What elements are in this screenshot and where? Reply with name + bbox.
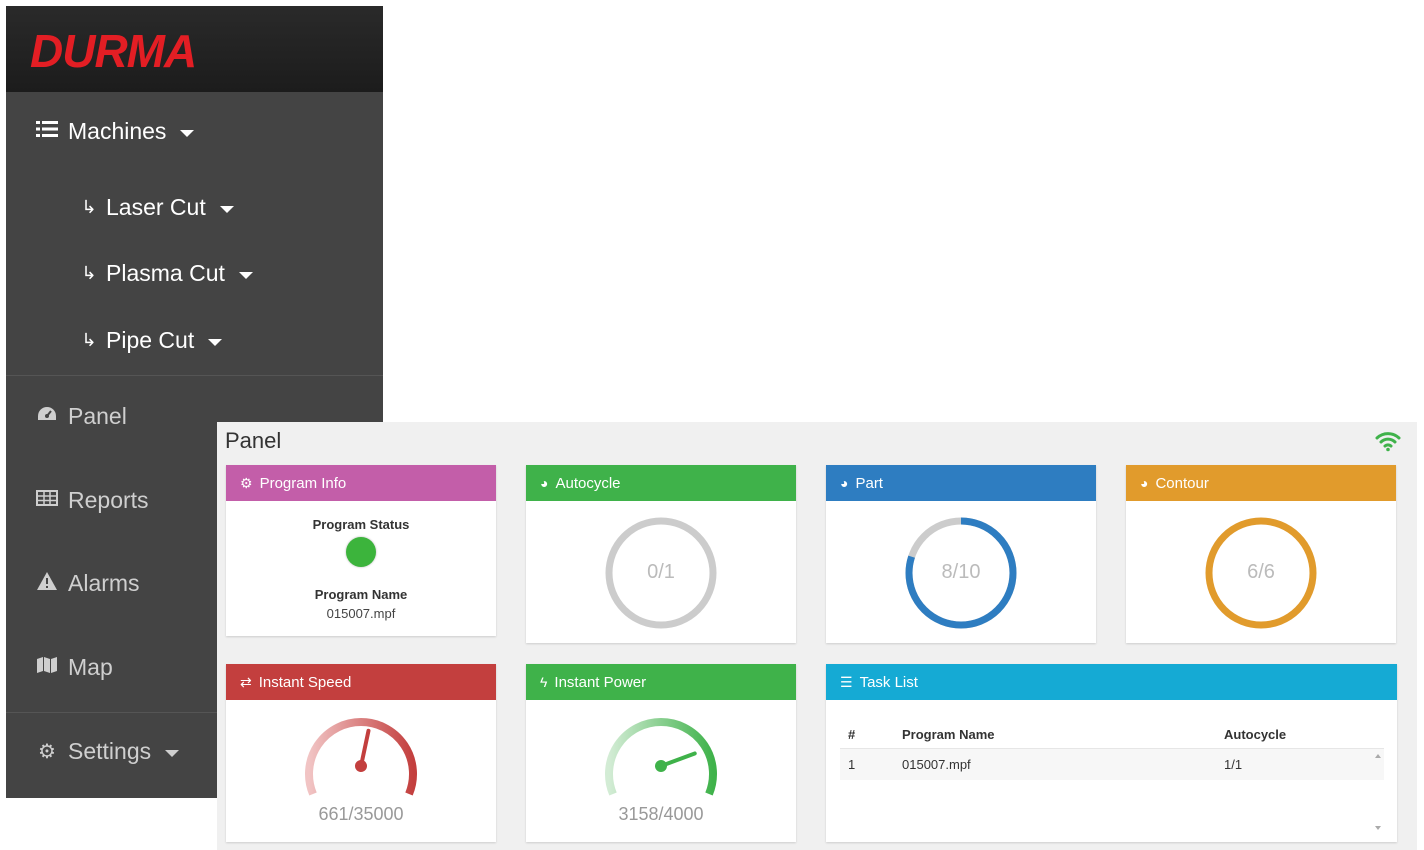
part-card: ◕ Part 8/10: [826, 465, 1096, 643]
sidebar-item-plasma-cut-label: Plasma Cut: [106, 260, 225, 286]
program-info-header: ⚙ Program Info: [226, 465, 496, 501]
chevron-down-icon: [208, 338, 223, 346]
arrow-return-icon: ↳: [81, 263, 97, 283]
brand-header: DURMA: [6, 6, 383, 92]
task-table: # Program Name Autocycle 1 015007.mpf 1/…: [840, 720, 1384, 780]
autocycle-title: Autocycle: [555, 474, 621, 492]
contour-header: ◕ Contour: [1126, 465, 1396, 501]
program-name-label: Program Name: [314, 587, 408, 602]
column-header-program-name[interactable]: Program Name: [898, 727, 1218, 742]
task-list-card: ☰ Task List # Program Name Autocycle 1 0…: [826, 664, 1397, 842]
task-program-name: 015007.mpf: [902, 757, 971, 772]
task-list-header: ☰ Task List: [826, 664, 1397, 700]
exchange-icon: ⇄: [240, 673, 252, 690]
warning-icon: [34, 571, 60, 597]
chevron-down-icon: [219, 205, 234, 213]
instant-speed-title: Instant Speed: [258, 673, 352, 691]
task-number: 1: [848, 757, 856, 772]
column-header-number[interactable]: #: [840, 727, 898, 742]
bolt-icon: ϟ: [540, 674, 548, 690]
sidebar-item-plasma-cut[interactable]: ↳ Plasma Cut: [78, 260, 455, 287]
autocycle-card: ◕ Autocycle 0/1: [526, 465, 796, 643]
sidebar-item-laser-cut[interactable]: ↳ Laser Cut: [78, 194, 455, 221]
list-icon: ☰: [840, 673, 853, 690]
sidebar-item-laser-cut-label: Laser Cut: [106, 194, 206, 220]
sidebar-item-map-label: Map: [68, 654, 113, 680]
pie-chart-icon: ◕: [1140, 475, 1149, 491]
table-icon: [34, 489, 60, 513]
part-value: 8/10: [941, 561, 981, 583]
instant-power-card: ϟ Instant Power 3158/4000: [526, 664, 796, 842]
pie-chart-icon: ◕: [540, 475, 549, 491]
sidebar-item-machines-label: Machines: [68, 118, 167, 144]
sidebar-item-panel-label: Panel: [68, 403, 127, 429]
task-list-scrollbar[interactable]: [1373, 754, 1383, 830]
arrow-return-icon: ↳: [81, 197, 97, 217]
scroll-up-arrow-icon[interactable]: [1375, 754, 1381, 758]
task-autocycle: 1/1: [1224, 757, 1243, 772]
scroll-down-arrow-icon[interactable]: [1375, 826, 1381, 830]
speed-gauge: [305, 718, 417, 796]
contour-card: ◕ Contour 6/6: [1126, 465, 1396, 643]
autocycle-value: 0/1: [647, 561, 675, 583]
instant-power-header: ϟ Instant Power: [526, 664, 796, 700]
list-icon: [34, 120, 60, 144]
map-icon: [34, 656, 60, 680]
dashboard-icon: [34, 405, 60, 429]
autocycle-header: ◕ Autocycle: [526, 465, 796, 501]
sidebar-item-alarms-label: Alarms: [68, 570, 140, 596]
sidebar-item-settings-label: Settings: [68, 738, 152, 764]
instant-speed-header: ⇄ Instant Speed: [226, 664, 496, 700]
instant-power-value: 3158/4000: [618, 804, 704, 824]
contour-value: 6/6: [1247, 561, 1275, 583]
chevron-down-icon: [238, 271, 253, 279]
program-name-value: 015007.mpf: [326, 606, 396, 621]
wifi-icon: [1375, 432, 1401, 452]
power-gauge: [605, 718, 717, 796]
chevron-down-icon: [165, 749, 180, 757]
part-title: Part: [855, 474, 883, 492]
task-table-header: # Program Name Autocycle: [840, 720, 1384, 748]
durma-logo[interactable]: DURMA: [30, 24, 197, 78]
gear-icon: ⚙: [38, 741, 56, 763]
pie-chart-icon: ◕: [840, 475, 849, 491]
panel-window: Panel ⚙ Program Info Program Status Prog…: [217, 422, 1417, 850]
speed-needle: [355, 728, 371, 772]
program-info-card: ⚙ Program Info Program Status Program Na…: [226, 465, 496, 636]
sidebar-item-reports-label: Reports: [68, 487, 149, 513]
cogs-icon: ⚙: [240, 474, 253, 491]
program-status-indicator: [346, 537, 376, 567]
power-needle: [655, 751, 697, 772]
sidebar-item-machines[interactable]: Machines: [34, 118, 411, 145]
instant-speed-card: ⇄ Instant Speed 661/35000: [226, 664, 496, 842]
sidebar-divider: [6, 375, 383, 376]
instant-power-title: Instant Power: [554, 673, 647, 691]
task-list-title: Task List: [859, 673, 918, 691]
program-info-title: Program Info: [259, 474, 347, 492]
table-row[interactable]: 1 015007.mpf 1/1: [840, 748, 1384, 780]
part-header: ◕ Part: [826, 465, 1096, 501]
sidebar-item-pipe-cut[interactable]: ↳ Pipe Cut: [78, 327, 455, 354]
chevron-down-icon: [180, 129, 195, 137]
sidebar-item-pipe-cut-label: Pipe Cut: [106, 327, 195, 353]
arrow-return-icon: ↳: [81, 330, 97, 350]
column-header-autocycle[interactable]: Autocycle: [1218, 727, 1368, 742]
program-status-label: Program Status: [312, 517, 410, 532]
contour-title: Contour: [1155, 474, 1209, 492]
page-title: Panel: [225, 428, 282, 453]
instant-speed-value: 661/35000: [318, 804, 404, 824]
